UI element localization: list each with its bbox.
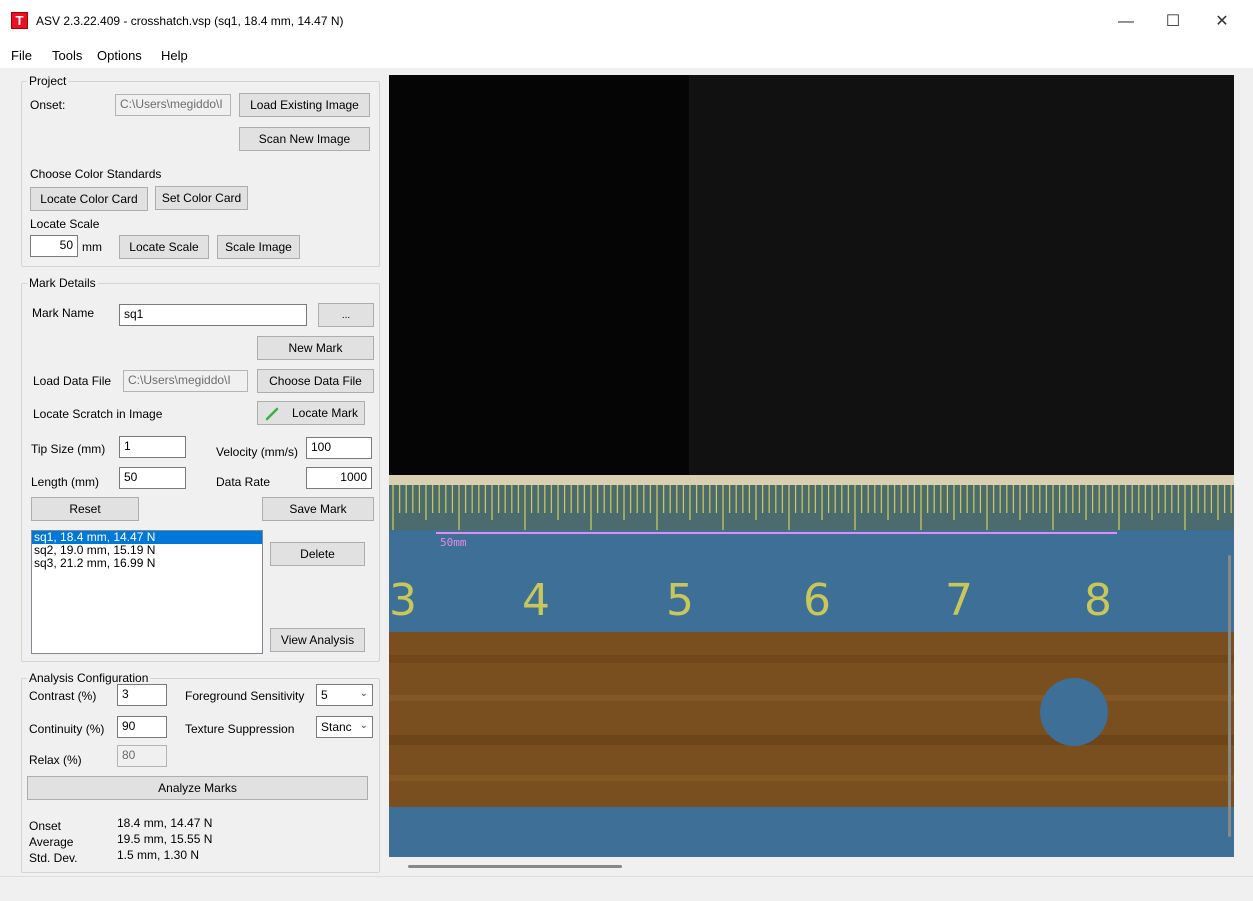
chevron-down-icon: ⌄ [359,688,368,699]
view-analysis-button[interactable]: View Analysis [270,628,365,652]
title-bar: T ASV 2.3.22.409 - crosshatch.vsp (sq1, … [0,0,1253,44]
ruler-number: 7 [945,575,973,626]
onset-result-label: Onset [29,819,62,833]
texture-suppression-label: Texture Suppression [185,722,295,736]
average-result-label: Average [29,835,74,849]
ellipsis-button[interactable]: ... [318,303,374,327]
contrast-input[interactable]: 3 [117,684,167,706]
ruler-number: 3 [389,575,417,626]
velocity-input[interactable]: 100 [306,437,372,459]
ruler-number: 5 [666,575,694,626]
new-mark-button[interactable]: New Mark [257,336,374,360]
data-rate-input[interactable]: 1000 [306,467,372,489]
app-icon: T [11,12,28,29]
menu-file[interactable]: File [11,48,32,63]
choose-data-file-button[interactable]: Choose Data File [257,369,374,393]
locate-scratch-label: Locate Scratch in Image [33,407,163,421]
locate-mark-button[interactable]: Locate Mark [257,401,365,425]
foreground-sensitivity-value: 5 [321,688,328,702]
analysis-config-group-label: Analysis Configuration [27,671,151,685]
reset-button[interactable]: Reset [31,497,139,521]
delete-button[interactable]: Delete [270,542,365,566]
contrast-label: Contrast (%) [29,689,97,703]
relax-input[interactable]: 80 [117,745,167,767]
menu-options[interactable]: Options [97,48,142,63]
mark-details-group-label: Mark Details [27,276,98,290]
continuity-input[interactable]: 90 [117,716,167,738]
load-existing-image-button[interactable]: Load Existing Image [239,93,370,117]
scale-line-label: 50mm [440,536,467,549]
menu-tools[interactable]: Tools [52,48,82,63]
onset-result-value: 18.4 mm, 14.47 N [117,816,213,830]
stddev-result-label: Std. Dev. [29,851,78,865]
scanned-image: 50mm 3 4 5 6 7 8 [389,75,1234,857]
scan-new-image-button[interactable]: Scan New Image [239,127,370,151]
load-data-file-label: Load Data File [33,374,112,388]
ruler-number: 8 [1084,575,1112,626]
scale-image-button[interactable]: Scale Image [217,235,300,259]
wood-hole [1040,678,1108,746]
locate-scale-label: Locate Scale [30,217,100,231]
close-button[interactable]: ✕ [1199,0,1245,44]
ruler-number: 4 [522,575,550,626]
window-title: ASV 2.3.22.409 - crosshatch.vsp (sq1, 18… [36,14,344,28]
set-color-card-button[interactable]: Set Color Card [155,186,248,210]
marks-listbox[interactable]: sq1, 18.4 mm, 14.47 N sq2, 19.0 mm, 15.1… [31,530,263,654]
onset-label: Onset: [30,98,66,112]
foreground-sensitivity-label: Foreground Sensitivity [185,689,305,703]
onset-path-field[interactable]: C:\Users\megiddo\I [115,94,231,116]
texture-suppression-value: Stanc [321,720,352,734]
locate-mark-label: Locate Mark [291,406,358,420]
locate-color-card-button[interactable]: Locate Color Card [30,187,148,211]
maximize-button[interactable]: ☐ [1150,0,1196,44]
project-group-label: Project [27,74,69,88]
data-file-path-field[interactable]: C:\Users\megiddo\I [123,370,248,392]
tip-size-input[interactable]: 1 [119,436,186,458]
data-rate-label: Data Rate [216,475,271,489]
pencil-icon [265,407,279,421]
mark-name-label: Mark Name [32,306,95,320]
tip-size-label: Tip Size (mm) [31,442,106,456]
analyze-marks-button[interactable]: Analyze Marks [27,776,368,800]
horizontal-scrollbar[interactable] [408,865,622,868]
menu-bar: File Tools Options Help [0,44,1253,68]
list-item[interactable]: sq3, 21.2 mm, 16.99 N [32,557,262,570]
texture-suppression-select[interactable]: Stanc ⌄ [316,716,373,738]
locate-scale-button[interactable]: Locate Scale [119,235,209,259]
foreground-sensitivity-select[interactable]: 5 ⌄ [316,684,373,706]
relax-label: Relax (%) [29,753,82,767]
scale-unit-label: mm [82,240,102,254]
menu-help[interactable]: Help [161,48,188,63]
status-bar [0,876,1253,901]
length-label: Length (mm) [31,475,100,489]
ruler-number: 6 [803,575,831,626]
save-mark-button[interactable]: Save Mark [262,497,374,521]
continuity-label: Continuity (%) [29,722,105,736]
minimize-button[interactable]: — [1103,0,1149,44]
mark-name-input[interactable]: sq1 [119,304,307,326]
scale-value-input[interactable]: 50 [30,235,78,257]
average-result-value: 19.5 mm, 15.55 N [117,832,213,846]
vertical-scrollbar[interactable] [1228,555,1231,837]
color-standards-label: Choose Color Standards [30,167,162,181]
velocity-label: Velocity (mm/s) [216,445,299,459]
length-input[interactable]: 50 [119,467,186,489]
chevron-down-icon: ⌄ [359,720,368,731]
stddev-result-value: 1.5 mm, 1.30 N [117,848,200,862]
image-viewer[interactable]: 50mm 3 4 5 6 7 8 [389,75,1234,857]
